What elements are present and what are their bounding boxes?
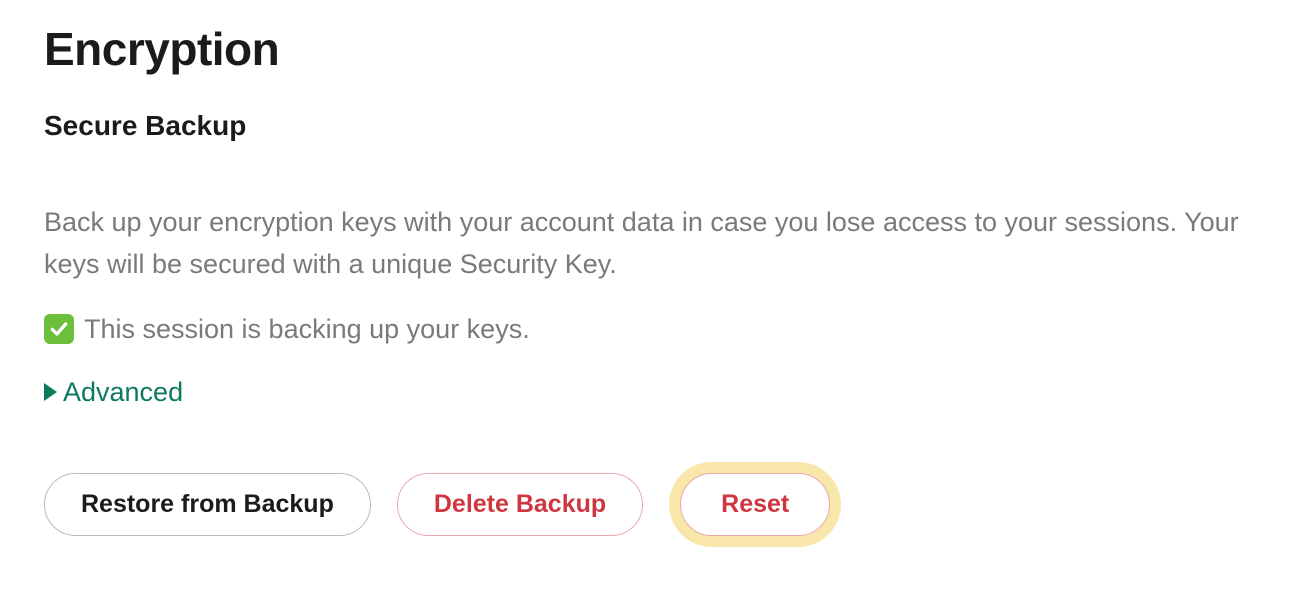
reset-button-highlight: Reset — [669, 462, 841, 547]
advanced-label: Advanced — [63, 377, 183, 408]
secure-backup-description: Back up your encryption keys with your a… — [44, 202, 1244, 286]
backup-status-text: This session is backing up your keys. — [84, 314, 530, 345]
encryption-settings: Encryption Secure Backup Back up your en… — [0, 0, 1296, 567]
checkmark-icon — [44, 314, 74, 344]
button-row: Restore from Backup Delete Backup Reset — [44, 462, 1252, 547]
page-title: Encryption — [44, 22, 1252, 76]
triangle-right-icon — [44, 383, 57, 401]
reset-button[interactable]: Reset — [680, 473, 830, 536]
section-title: Secure Backup — [44, 110, 1252, 142]
advanced-toggle[interactable]: Advanced — [44, 377, 183, 408]
restore-from-backup-button[interactable]: Restore from Backup — [44, 473, 371, 536]
backup-status-row: This session is backing up your keys. — [44, 314, 1252, 345]
delete-backup-button[interactable]: Delete Backup — [397, 473, 643, 536]
